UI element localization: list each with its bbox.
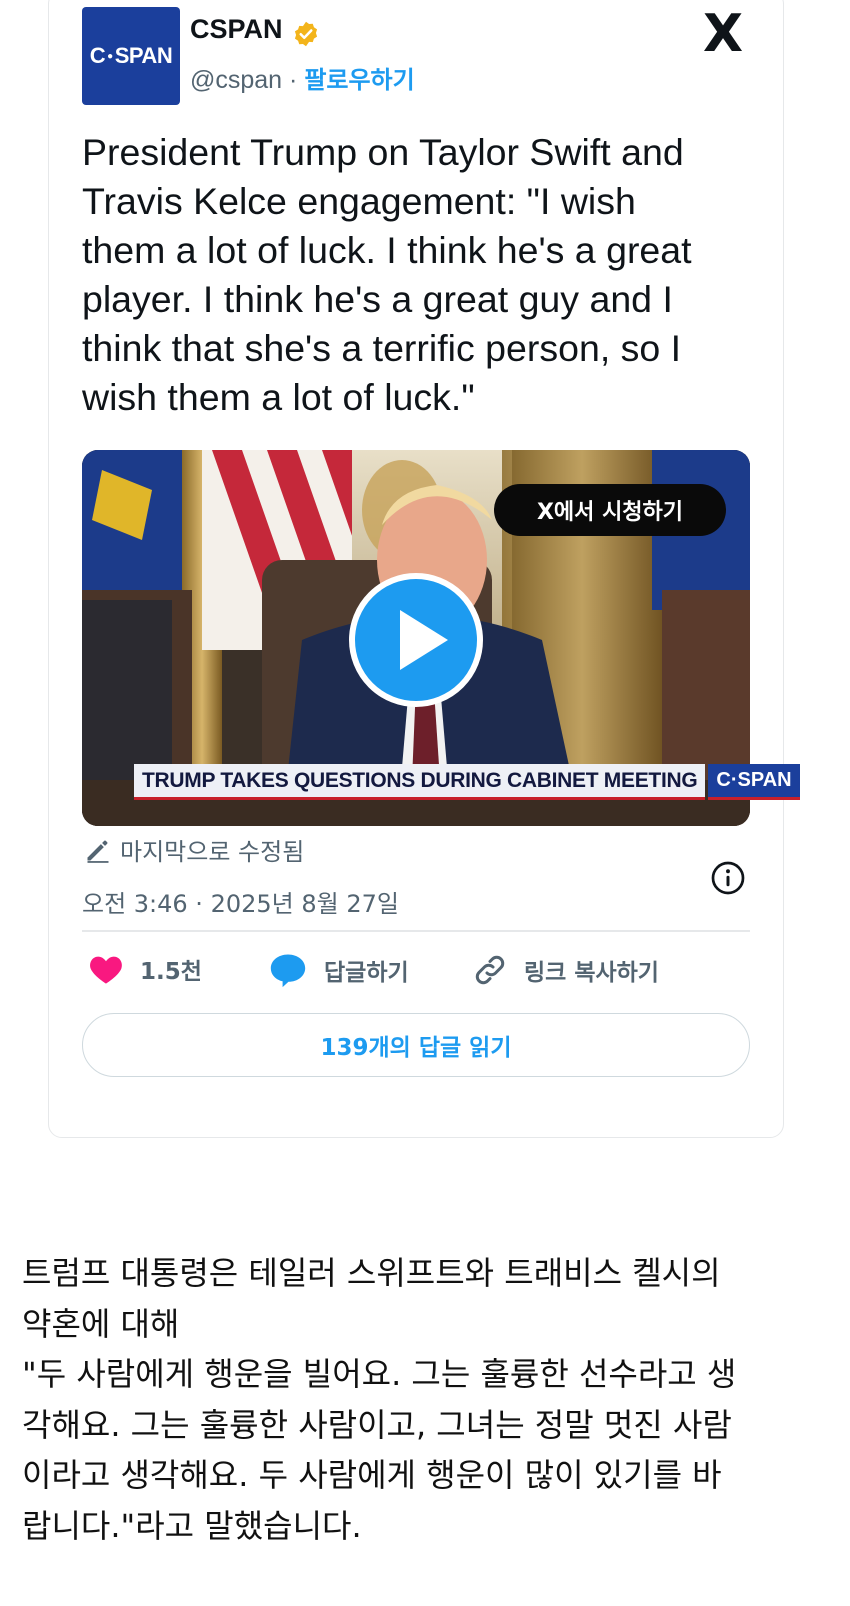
copy-link-label: 링크 복사하기	[524, 960, 659, 986]
play-icon[interactable]	[348, 572, 484, 708]
actions-divider	[82, 930, 750, 932]
caption-line: 랍니다."라고 말했습니다.	[22, 1506, 362, 1545]
post-caption: 트럼프 대통령은 테일러 스위프트와 트래비스 켈시의 약혼에 대해 "두 사람…	[22, 1248, 822, 1551]
avatar-text-c: C	[89, 43, 106, 68]
follow-link[interactable]: 팔로우하기	[304, 66, 414, 94]
avatar-text-span: SPAN	[114, 43, 173, 68]
caption-line: "두 사람에게 행운을 빌어요. 그는 훌륭한 선수라고 생	[22, 1355, 737, 1393]
caption-line: 트럼프 대통령은 테일러 스위프트와 트래비스 켈시의	[22, 1254, 721, 1292]
speech-bubble-icon	[270, 954, 306, 988]
cspan-avatar[interactable]: C ● SPAN	[82, 7, 180, 105]
tweet-text-line: think that she's a terrific person, so I	[82, 327, 682, 369]
heart-icon	[90, 956, 122, 984]
copy-link-button[interactable]: 링크 복사하기	[472, 952, 659, 988]
tweet-text: President Trump on Taylor Swift and Trav…	[82, 128, 772, 422]
x-logo-icon[interactable]: X	[703, 8, 743, 60]
watch-on-x-button[interactable]: X에서 시청하기	[494, 484, 726, 536]
edited-label: 마지막으로 수정됨	[120, 838, 305, 866]
pencil-icon	[87, 840, 109, 863]
edited-indicator[interactable]: 마지막으로 수정됨	[84, 832, 304, 867]
like-count: 1.5천	[140, 959, 202, 985]
tweet-text-line: player. I think he's a great guy and I	[82, 278, 673, 320]
tweet-timestamp[interactable]: 오전 3:46 · 2025년 8월 27일	[82, 884, 399, 919]
info-icon[interactable]	[710, 860, 746, 896]
handle-separator: ·	[282, 66, 305, 94]
caption-line: 각해요. 그는 훌륭한 사람이고, 그녀는 정말 멋진 사람	[22, 1405, 732, 1444]
lower-third-headline: TRUMP TAKES QUESTIONS DURING CABINET MEE…	[134, 764, 706, 800]
caption-line: 이라고 생각해요. 두 사람에게 행운이 많이 있기를 바	[22, 1456, 722, 1494]
like-button[interactable]: 1.5천	[88, 952, 202, 986]
avatar-dot: ●	[107, 50, 113, 62]
reply-button[interactable]: 답글하기	[268, 952, 409, 988]
reply-label: 답글하기	[324, 960, 409, 986]
tweet-text-line: wish them a lot of luck."	[82, 376, 475, 418]
tweet-text-line: Travis Kelce engagement: "I wish	[82, 180, 636, 222]
verified-badge-icon	[294, 21, 318, 47]
tweet-text-line: them a lot of luck. I think he's a great	[82, 229, 692, 271]
link-icon	[475, 955, 505, 985]
lower-third-brand: C·SPAN	[708, 764, 800, 800]
video-lower-third: TRUMP TAKES QUESTIONS DURING CABINET MEE…	[134, 764, 800, 800]
author-name[interactable]: CSPAN	[190, 14, 283, 45]
read-replies-button[interactable]: 139개의 답글 읽기	[82, 1013, 750, 1077]
caption-line: 약혼에 대해	[22, 1304, 180, 1343]
tweet-text-line: President Trump on Taylor Swift and	[82, 131, 684, 173]
author-handle-row: @cspan · 팔로우하기	[190, 60, 415, 95]
author-handle[interactable]: @cspan	[190, 66, 282, 94]
